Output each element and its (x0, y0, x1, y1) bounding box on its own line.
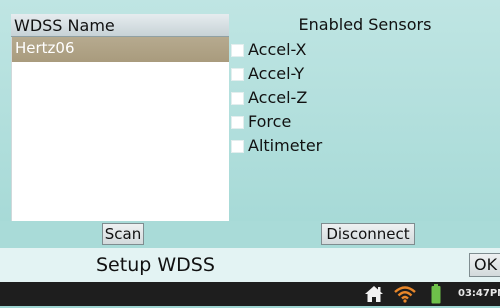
altimeter-checkbox[interactable] (231, 139, 244, 153)
system-status-bar: 03:47PM (0, 282, 500, 306)
sensor-label: Altimeter (248, 136, 323, 155)
scan-button[interactable]: Scan (102, 223, 144, 245)
ok-button[interactable]: OK (469, 253, 500, 277)
sensor-row-accel-y[interactable]: Accel-Y (231, 62, 322, 86)
accel-x-checkbox[interactable] (231, 43, 244, 57)
sensor-checklist: Accel-X Accel-Y Accel-Z Force Altimeter (231, 38, 322, 158)
accel-y-checkbox[interactable] (231, 67, 244, 81)
action-button-bar: Scan Disconnect (0, 221, 500, 248)
wdss-name-header: WDSS Name (11, 14, 229, 37)
list-item[interactable]: Hertz06 (12, 37, 229, 62)
sensor-row-accel-z[interactable]: Accel-Z (231, 86, 322, 110)
wifi-icon (394, 285, 416, 307)
battery-icon (431, 284, 441, 308)
sensor-label: Accel-X (248, 40, 307, 59)
home-icon[interactable] (364, 285, 384, 307)
page-title: Setup WDSS (96, 254, 215, 276)
sensor-setup-panel: WDSS Name Enabled Sensors Hertz06 Accel-… (0, 0, 500, 221)
clock: 03:47PM (458, 288, 500, 299)
enabled-sensors-header: Enabled Sensors (298, 15, 432, 34)
title-bar: Setup WDSS OK (0, 248, 500, 282)
sensor-label: Accel-Y (248, 64, 305, 83)
sensor-row-altimeter[interactable]: Altimeter (231, 134, 322, 158)
sensor-row-accel-x[interactable]: Accel-X (231, 38, 322, 62)
accel-z-checkbox[interactable] (231, 91, 244, 105)
wdss-list: Hertz06 (11, 37, 229, 221)
sensor-row-force[interactable]: Force (231, 110, 322, 134)
sensor-label: Force (248, 112, 292, 131)
disconnect-button[interactable]: Disconnect (321, 223, 415, 245)
sensor-label: Accel-Z (248, 88, 308, 107)
force-checkbox[interactable] (231, 115, 244, 129)
